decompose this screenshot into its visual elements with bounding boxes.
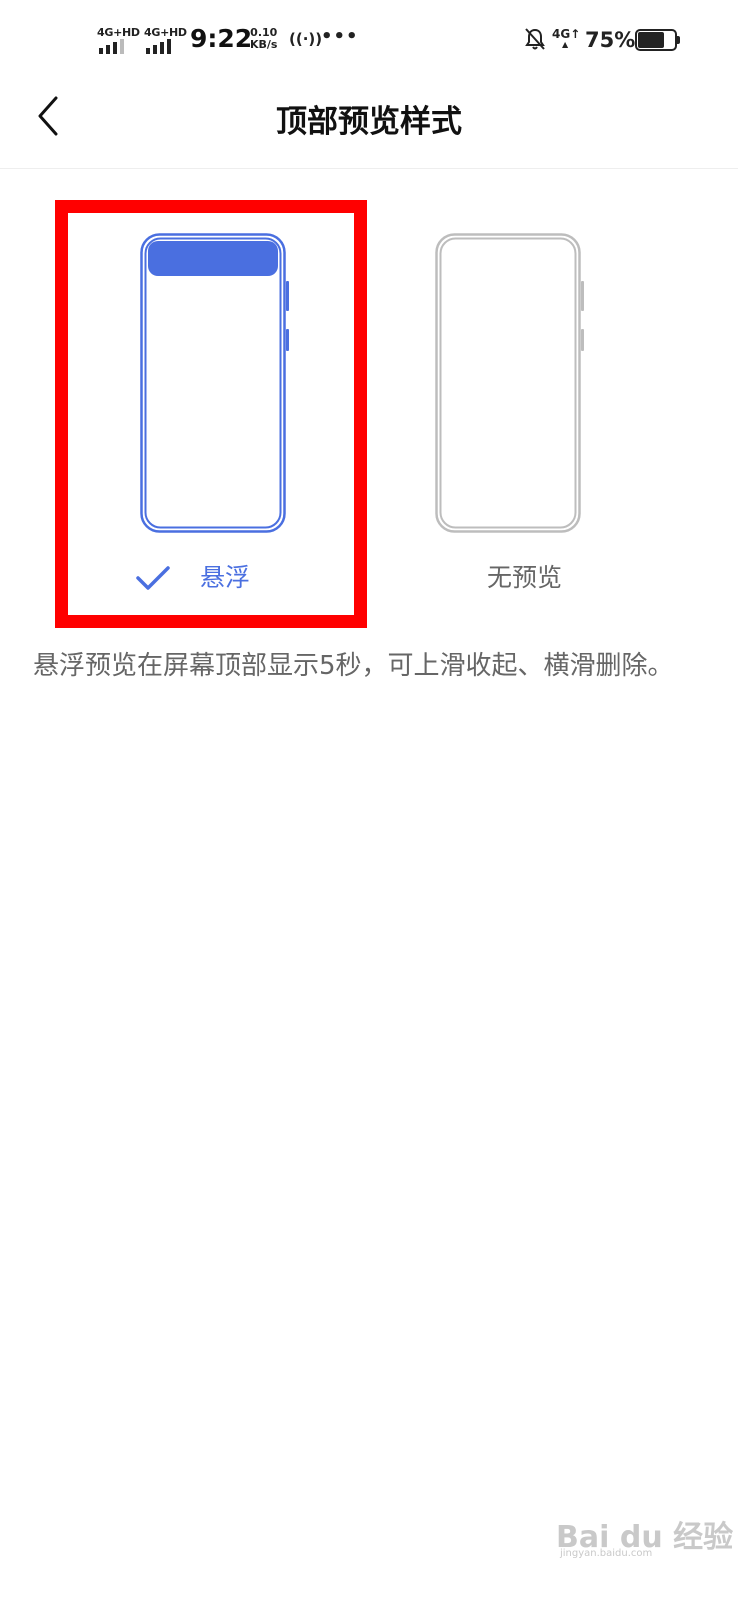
mobile-data-icon: 4G↑ ▲ bbox=[552, 27, 581, 49]
signal-label-sim2: 4G+HD bbox=[144, 26, 187, 39]
bell-off-icon bbox=[525, 28, 545, 50]
watermark-url: jingyan.baidu.com bbox=[560, 1548, 653, 1559]
network-speed: 0.10 KB/s bbox=[250, 27, 277, 51]
description-text: 悬浮预览在屏幕顶部显示5秒，可上滑收起、横滑删除。 bbox=[33, 651, 674, 681]
battery-fill bbox=[638, 32, 664, 48]
more-notifications-icon: ••• bbox=[321, 26, 359, 47]
status-bar: 4G+HD 4G+HD 9:22 0.10 KB/s ((·)) ••• 4G↑… bbox=[0, 0, 738, 80]
battery-percent: 75% bbox=[585, 28, 636, 52]
signal-icon-sim2: 4G+HD bbox=[144, 26, 187, 54]
signal-label-sim1: 4G+HD bbox=[97, 26, 140, 39]
option-no-preview[interactable]: 无预览 bbox=[420, 228, 600, 600]
option-label-no-preview: 无预览 bbox=[487, 563, 563, 592]
status-time: 9:22 bbox=[190, 24, 253, 53]
selection-highlight-box bbox=[55, 200, 367, 628]
battery-icon bbox=[635, 29, 680, 51]
hotspot-icon: ((·)) bbox=[289, 30, 323, 48]
network-speed-unit: KB/s bbox=[250, 38, 278, 51]
page-title: 顶部预览样式 bbox=[276, 104, 462, 140]
network-type: 4G bbox=[552, 27, 571, 41]
phone-preview-none-icon bbox=[435, 233, 584, 533]
header-bar: 顶部预览样式 bbox=[0, 80, 738, 169]
signal-icon-sim1: 4G+HD bbox=[97, 26, 140, 54]
